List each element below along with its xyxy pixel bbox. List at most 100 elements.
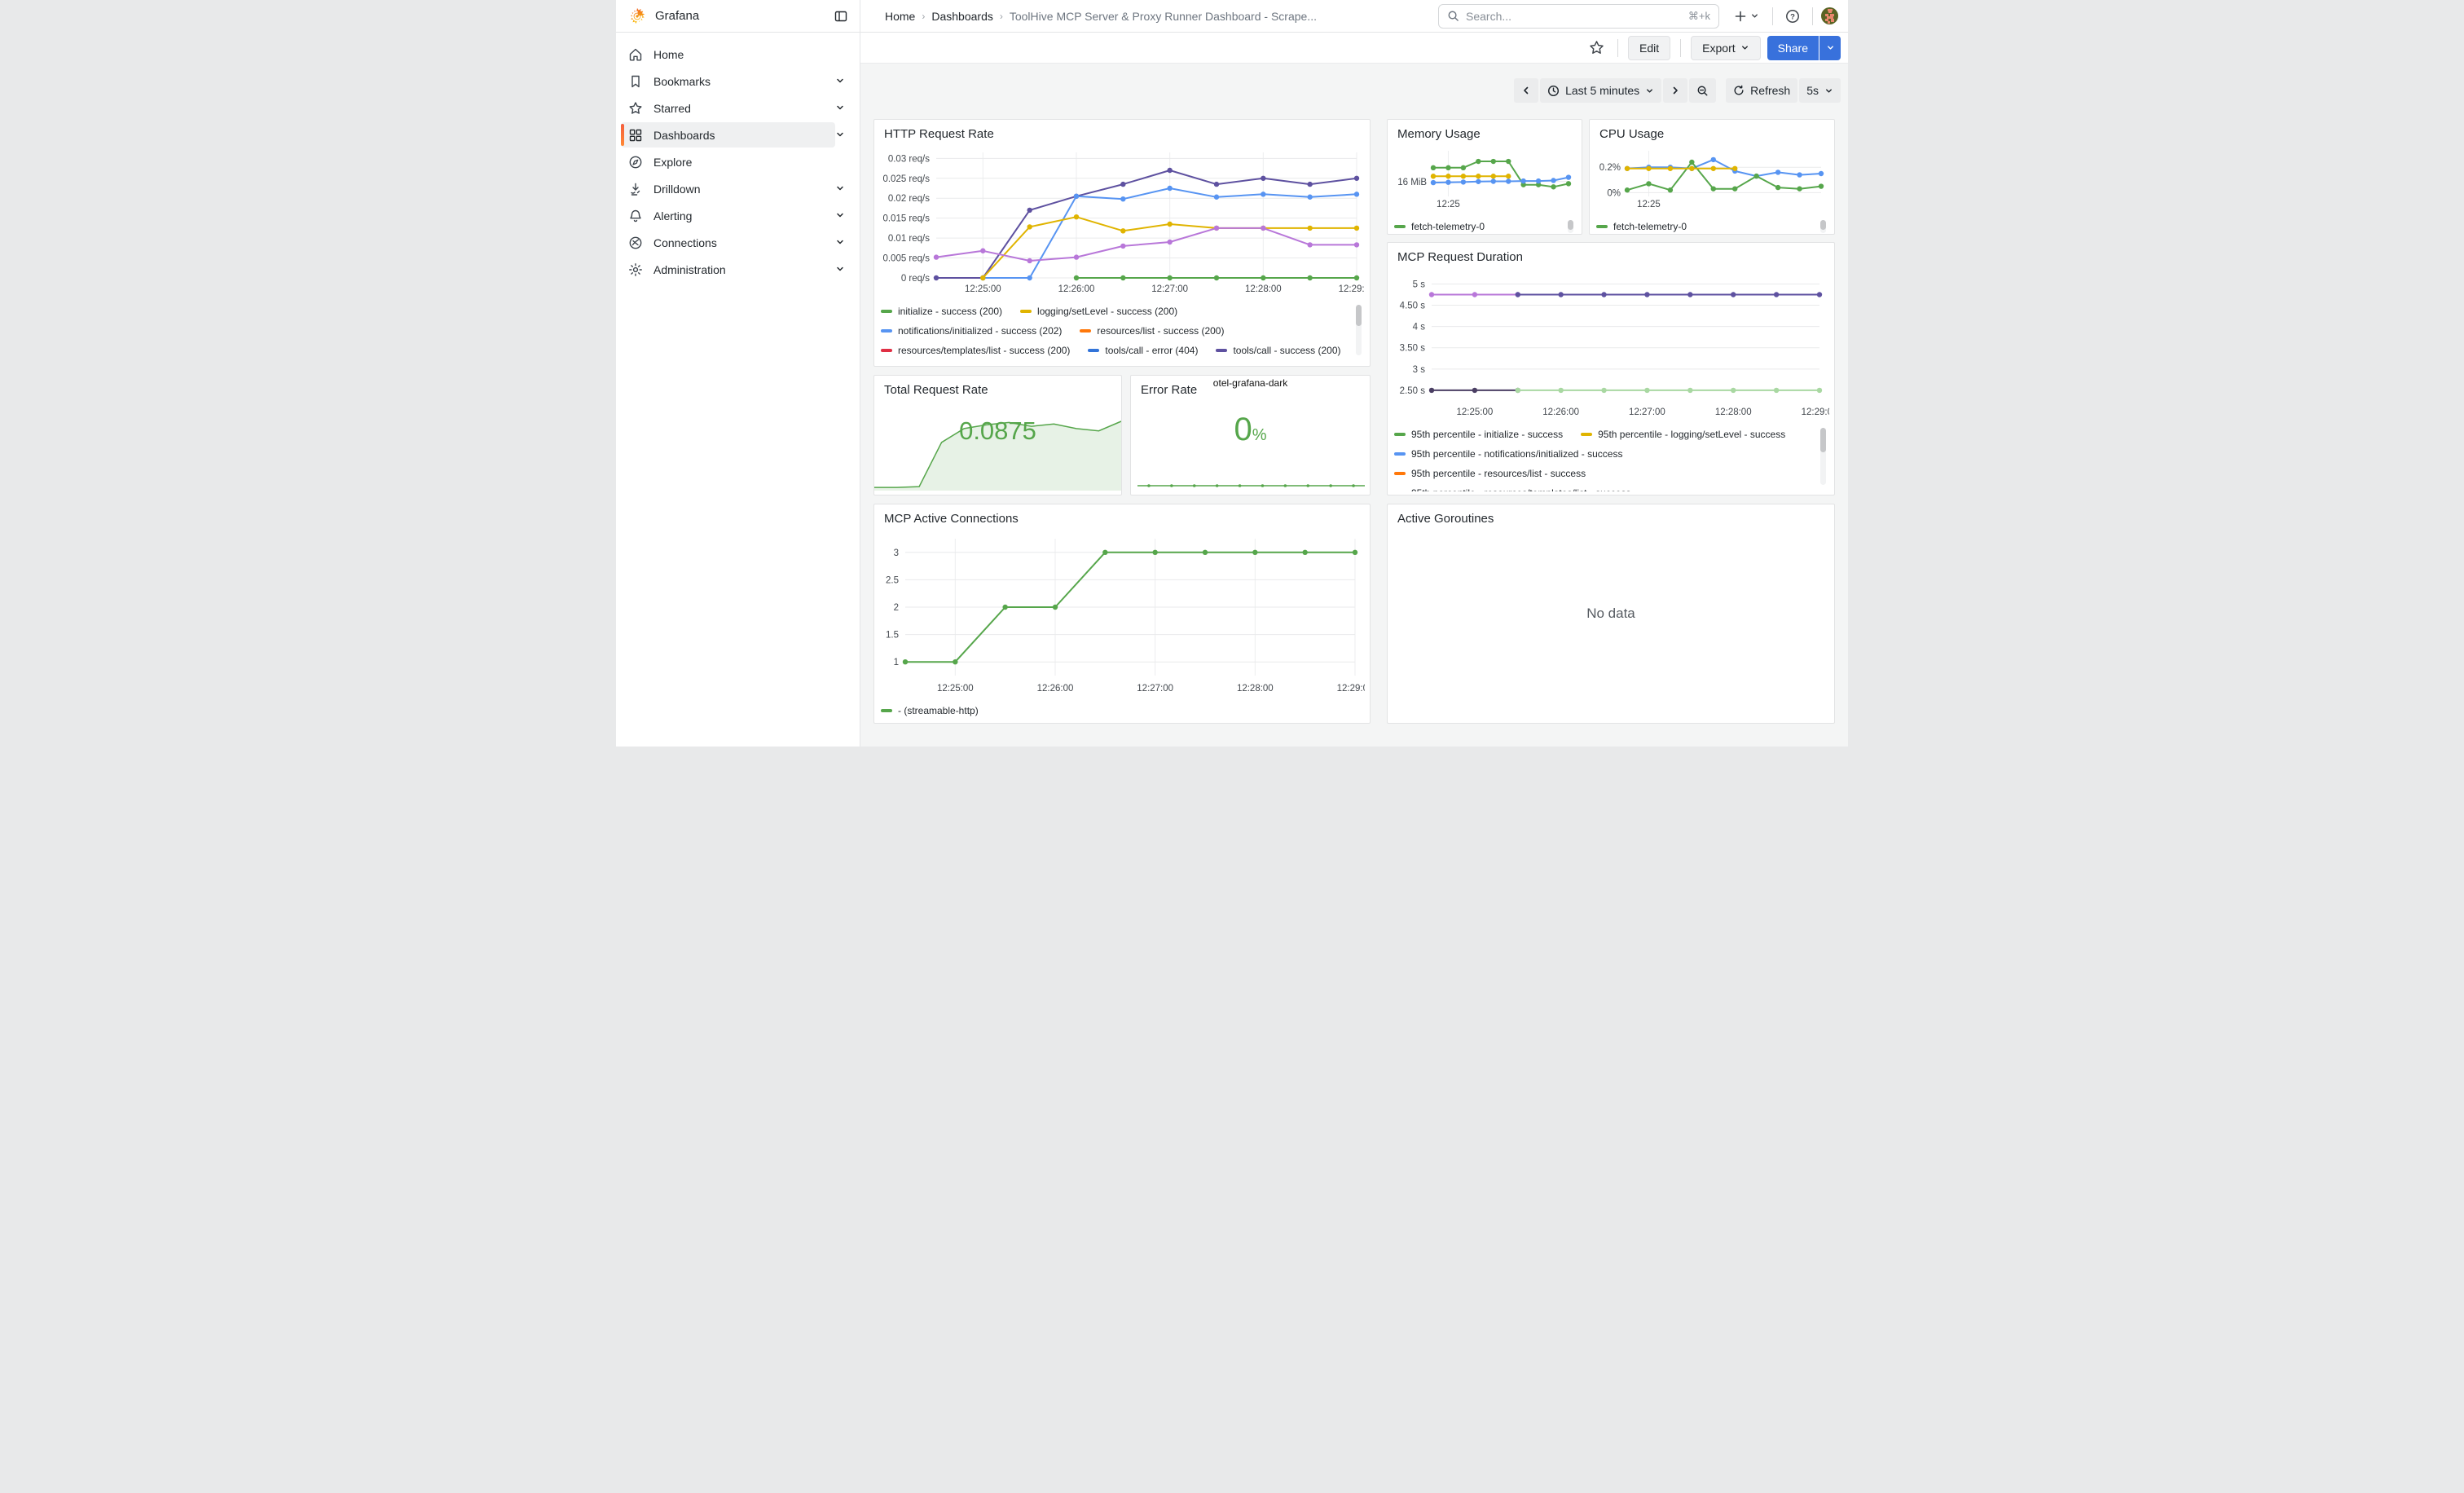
- help-button[interactable]: ?: [1781, 5, 1804, 28]
- time-shift-forward-button[interactable]: [1663, 78, 1687, 103]
- svg-text:?: ?: [1790, 12, 1795, 21]
- sidebar-item-label: Dashboards: [653, 129, 835, 142]
- svg-text:12:28:00: 12:28:00: [1245, 284, 1282, 294]
- time-shift-back-button[interactable]: [1514, 78, 1538, 103]
- legend-item[interactable]: resources/templates/list - success (200): [881, 344, 1070, 356]
- svg-text:12:29:00: 12:29:00: [1802, 407, 1829, 417]
- compass-icon: [628, 155, 643, 170]
- grafana-logo-icon[interactable]: [628, 7, 646, 25]
- sidebar-item-dashboards[interactable]: Dashboards: [616, 121, 860, 148]
- sidebar-item-label: Starred: [653, 102, 835, 115]
- legend-item[interactable]: logging/setLevel - success (200): [1020, 305, 1177, 317]
- share-button[interactable]: Share: [1767, 36, 1819, 60]
- legend-item[interactable]: fetch-telemetry-0: [1394, 220, 1485, 232]
- legend-item[interactable]: - (streamable-http): [881, 704, 979, 716]
- export-button[interactable]: Export: [1691, 36, 1760, 60]
- legend-item[interactable]: 95th percentile - logging/setLevel - suc…: [1581, 428, 1785, 440]
- svg-text:3.50 s: 3.50 s: [1400, 344, 1426, 354]
- svg-text:16 MiB: 16 MiB: [1397, 178, 1427, 187]
- svg-text:5 s: 5 s: [1413, 280, 1426, 289]
- legend-scrollbar[interactable]: [1356, 305, 1362, 326]
- svg-text:0.025 req/s: 0.025 req/s: [882, 174, 930, 184]
- breadcrumb-home[interactable]: Home: [885, 10, 915, 23]
- add-new-button[interactable]: [1729, 7, 1764, 26]
- legend-scrollbar[interactable]: [1820, 220, 1826, 230]
- legend-label: unknown - success (200): [1038, 364, 1146, 368]
- chevron-down-icon[interactable]: [835, 237, 847, 249]
- sidebar-item-alerting[interactable]: Alerting: [616, 202, 860, 229]
- breadcrumb-dashboards[interactable]: Dashboards: [931, 10, 993, 23]
- memory-usage-chart[interactable]: 12:2516 MiB: [1394, 144, 1575, 215]
- legend-scrollbar[interactable]: [1820, 428, 1826, 452]
- share-menu-button[interactable]: [1819, 36, 1841, 60]
- legend-item[interactable]: 95th percentile - initialize - success: [1394, 428, 1563, 440]
- legend-item[interactable]: tools/call - success (200): [1216, 344, 1340, 356]
- svg-text:12:25: 12:25: [1637, 200, 1661, 209]
- search-box[interactable]: ⌘+k: [1438, 4, 1719, 29]
- mcp-request-duration-chart[interactable]: 12:25:0012:26:0012:27:0012:28:0012:29:00…: [1394, 267, 1828, 423]
- panel-title[interactable]: Total Request Rate: [881, 382, 1115, 400]
- mcp-active-connections-chart[interactable]: 12:25:0012:26:0012:27:0012:28:0012:29:00…: [881, 529, 1363, 699]
- edit-button[interactable]: Edit: [1628, 36, 1670, 60]
- sidebar-collapse-button[interactable]: [830, 6, 851, 27]
- legend-item[interactable]: tools/list - success (200): [881, 363, 1003, 367]
- panel-title[interactable]: HTTP Request Rate: [881, 126, 1363, 144]
- sidebar-item-home[interactable]: Home: [616, 41, 860, 68]
- panel-title[interactable]: MCP Active Connections: [881, 511, 1363, 529]
- refresh-interval-picker[interactable]: 5s: [1799, 78, 1841, 103]
- svg-text:12:26:00: 12:26:00: [1058, 284, 1095, 294]
- zoom-out-button[interactable]: [1689, 78, 1716, 103]
- svg-text:3: 3: [894, 548, 899, 558]
- legend-item[interactable]: initialize - success (200): [881, 305, 1002, 317]
- svg-text:0.2%: 0.2%: [1599, 163, 1621, 173]
- bell-icon: [628, 209, 643, 223]
- dashboard-canvas: Last 5 minutes Refresh 5s: [860, 64, 1848, 746]
- chevron-down-icon[interactable]: [835, 183, 847, 195]
- sidebar-item-explore[interactable]: Explore: [616, 148, 860, 175]
- sidebar-item-connections[interactable]: Connections: [616, 229, 860, 256]
- brand-name: Grafana: [655, 9, 830, 23]
- legend-item[interactable]: resources/list - success (200): [1080, 324, 1224, 337]
- panel-title[interactable]: CPU Usage: [1596, 126, 1828, 144]
- legend-item[interactable]: fetch-telemetry-0: [1596, 220, 1687, 232]
- refresh-button[interactable]: Refresh: [1726, 78, 1797, 103]
- panel-title[interactable]: Active Goroutines: [1394, 511, 1828, 529]
- chevron-down-icon[interactable]: [835, 103, 847, 114]
- legend-item[interactable]: 95th percentile - resources/templates/li…: [1394, 487, 1630, 491]
- sidebar-item-bookmarks[interactable]: Bookmarks: [616, 68, 860, 95]
- breadcrumb-separator-icon: ›: [922, 11, 925, 22]
- time-controls: Last 5 minutes Refresh 5s: [1514, 78, 1841, 103]
- chevron-down-icon[interactable]: [835, 264, 847, 275]
- legend-scrollbar[interactable]: [1568, 220, 1573, 230]
- favorite-star-button[interactable]: [1585, 37, 1608, 59]
- sidebar-item-administration[interactable]: Administration: [616, 256, 860, 283]
- time-range-picker[interactable]: Last 5 minutes: [1540, 78, 1661, 103]
- legend-item[interactable]: 95th percentile - notifications/initiali…: [1394, 447, 1622, 460]
- legend-area: fetch-telemetry-0: [1394, 220, 1575, 233]
- svg-text:4 s: 4 s: [1413, 323, 1426, 333]
- legend-area: initialize - success (200) logging/setLev…: [881, 305, 1363, 367]
- legend-label: fetch-telemetry-0: [1613, 221, 1687, 232]
- panel-title[interactable]: MCP Request Duration: [1394, 249, 1828, 267]
- panel-title[interactable]: Memory Usage: [1394, 126, 1575, 144]
- legend-item[interactable]: 95th percentile - resources/list - succe…: [1394, 467, 1586, 479]
- brand-area: Grafana: [616, 0, 860, 32]
- http-request-rate-chart[interactable]: 12:25:0012:26:0012:27:0012:28:0012:29:00…: [881, 144, 1363, 300]
- legend-item[interactable]: unknown - success (200): [1021, 363, 1146, 367]
- sidebar-item-label: Home: [653, 48, 851, 61]
- chevron-down-icon[interactable]: [835, 210, 847, 222]
- user-avatar[interactable]: [1821, 7, 1838, 24]
- search-input[interactable]: [1466, 10, 1682, 23]
- no-data-message: No data: [1388, 606, 1834, 622]
- cpu-usage-chart[interactable]: 12:250.2%0%: [1596, 144, 1828, 215]
- legend-item[interactable]: tools/call - error (404): [1088, 344, 1198, 356]
- legend-label: resources/list - success (200): [1097, 325, 1224, 337]
- sidebar-item-label: Administration: [653, 263, 835, 276]
- chevron-down-icon[interactable]: [835, 76, 847, 87]
- chevron-down-icon[interactable]: [835, 130, 847, 141]
- legend-swatch: [1080, 329, 1091, 333]
- sidebar-item-drilldown[interactable]: Drilldown: [616, 175, 860, 202]
- legend-swatch: [881, 329, 892, 333]
- legend-item[interactable]: notifications/initialized - success (202…: [881, 324, 1062, 337]
- sidebar-item-starred[interactable]: Starred: [616, 95, 860, 121]
